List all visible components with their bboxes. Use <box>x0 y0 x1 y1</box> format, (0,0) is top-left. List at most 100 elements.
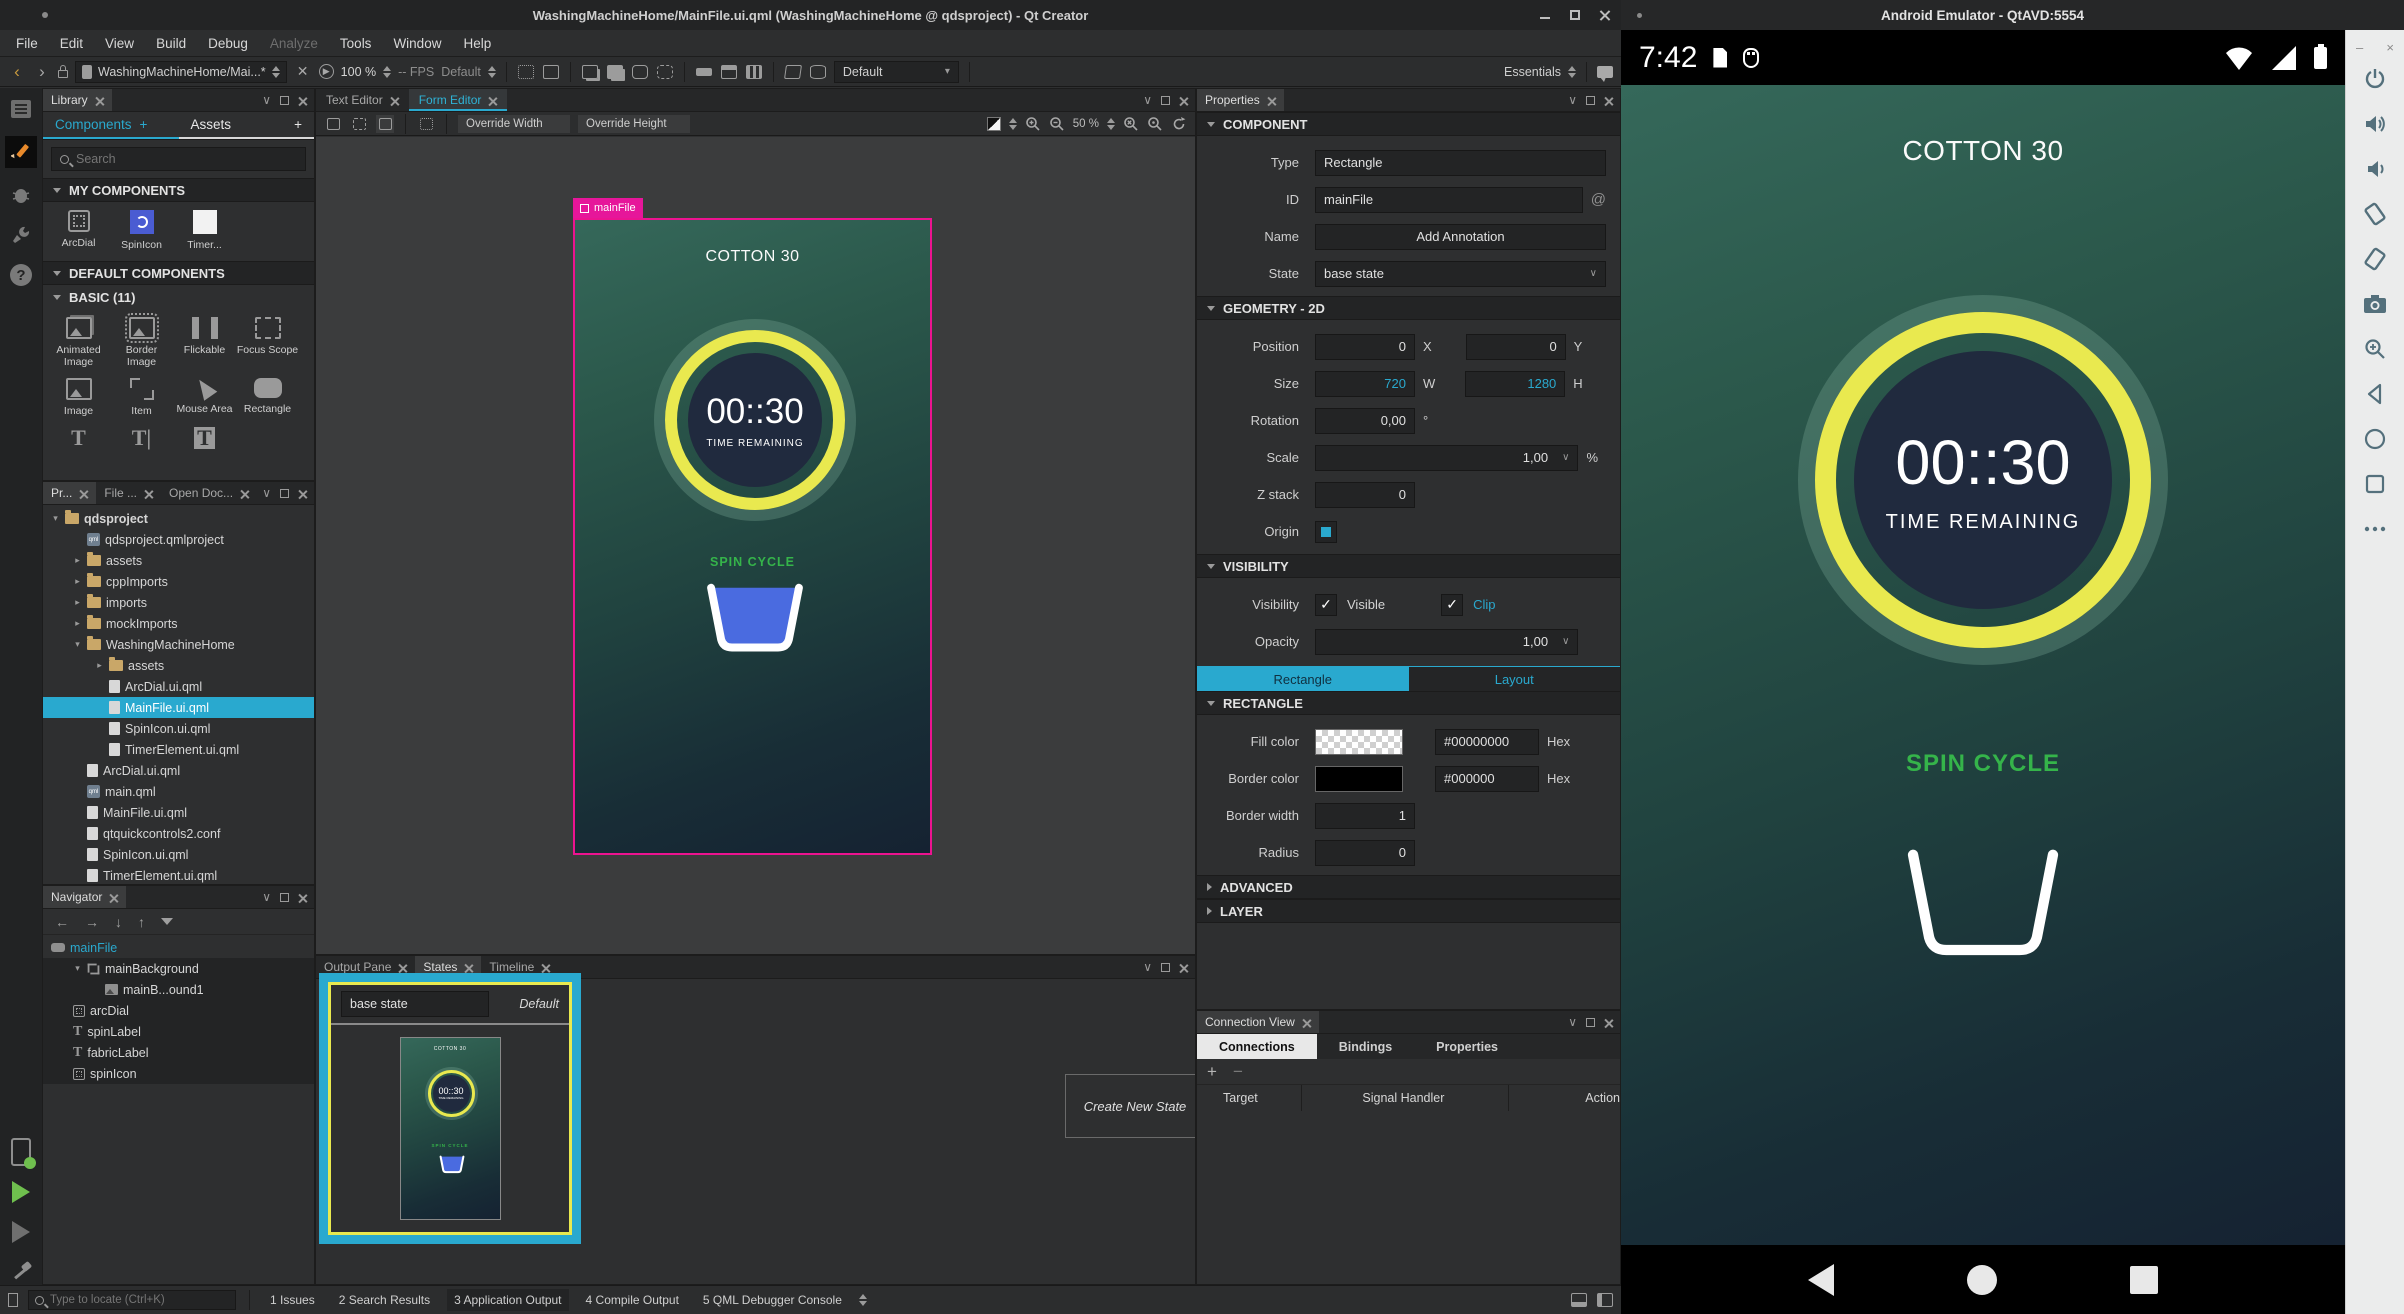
float-panel-icon[interactable] <box>1161 96 1170 105</box>
properties-subtab[interactable]: Properties <box>1414 1034 1520 1059</box>
tree-row[interactable]: ▸assets <box>43 550 314 571</box>
id-field[interactable]: mainFile <box>1315 187 1583 213</box>
origin-selector[interactable] <box>1315 521 1337 543</box>
tree-row[interactable]: SpinIcon.ui.qml <box>43 844 314 865</box>
z-stack-field[interactable]: 0 <box>1315 482 1415 508</box>
rotate-right-icon[interactable] <box>2362 246 2388 272</box>
zoom-level[interactable]: 100 % <box>341 65 376 79</box>
timer-ring[interactable]: 00::30 TIME REMAINING <box>1815 312 2151 648</box>
action-column-header[interactable]: Action <box>1509 1085 1620 1111</box>
connections-subtab[interactable]: Connections <box>1197 1034 1317 1059</box>
close-panel-icon[interactable] <box>1604 96 1613 105</box>
compile-output-pane-button[interactable]: 4 Compile Output <box>579 1289 686 1311</box>
component-text[interactable]: T <box>47 427 110 449</box>
components-tab[interactable]: Components+ <box>43 112 179 139</box>
minimize-icon[interactable] <box>1539 9 1551 21</box>
back-button[interactable] <box>1808 1264 1834 1296</box>
fabric-label[interactable]: COTTON 30 <box>575 248 930 266</box>
close-document-icon[interactable]: ✕ <box>294 63 312 81</box>
component-arcdial[interactable]: ArcDial <box>47 210 110 251</box>
timer-ring[interactable]: 00::30 TIME REMAINING <box>665 330 845 510</box>
spin-label[interactable]: SPIN CYCLE <box>575 555 930 569</box>
collapse-panel-icon[interactable]: ∨ <box>1568 1015 1577 1029</box>
component-flickable[interactable]: Flickable <box>173 317 236 368</box>
override-width-icon[interactable] <box>631 63 649 81</box>
menu-file[interactable]: File <box>6 33 48 54</box>
navigator-row[interactable]: TspinLabel <box>43 1021 314 1042</box>
collapse-panel-icon[interactable]: ∨ <box>1143 93 1152 107</box>
search-input[interactable] <box>76 152 297 166</box>
search-results-pane-button[interactable]: 2 Search Results <box>332 1289 437 1311</box>
target-column-header[interactable]: Target <box>1197 1085 1302 1111</box>
file-system-tab[interactable]: File ... <box>96 482 161 504</box>
component-image[interactable]: Image <box>47 378 110 417</box>
overview-icon[interactable] <box>2362 471 2388 497</box>
create-new-state-button[interactable]: Create New State <box>1065 1074 1196 1138</box>
washing-machine-app[interactable]: COTTON 30 00::30 TIME REMAINING SPIN CYC… <box>1621 85 2345 1245</box>
zoom-fit-icon[interactable] <box>1147 116 1163 132</box>
state-name-input[interactable] <box>341 991 489 1017</box>
grid-view-icon[interactable] <box>745 63 763 81</box>
copy-style-icon[interactable] <box>581 63 599 81</box>
state-dropdown[interactable]: base state∨ <box>1315 261 1606 287</box>
float-panel-icon[interactable] <box>1161 963 1170 972</box>
kit-selector-device-icon[interactable] <box>8 1139 34 1165</box>
zoom-spinner[interactable] <box>383 66 391 78</box>
rectangle-subtab[interactable]: Rectangle <box>1197 667 1409 691</box>
navigator-row[interactable]: arcDial <box>43 1000 314 1021</box>
add-annotation-button[interactable]: Add Annotation <box>1315 224 1606 250</box>
layer-section-header[interactable]: LAYER <box>1197 899 1620 923</box>
tree-row[interactable]: ArcDial.ui.qml <box>43 676 314 697</box>
form-editor-canvas[interactable]: mainFile COTTON 30 00::30 TIME REMAINING… <box>316 137 1195 954</box>
tree-row[interactable]: ▸assets <box>43 655 314 676</box>
document-selector[interactable]: WashingMachineHome/Mai...* <box>75 61 287 83</box>
bindings-subtab[interactable]: Bindings <box>1317 1034 1414 1059</box>
add-connection-button[interactable]: + <box>1207 1062 1217 1082</box>
fill-color-swatch[interactable] <box>1315 729 1403 755</box>
component-spinicon[interactable]: SpinIcon <box>110 210 173 251</box>
menu-build[interactable]: Build <box>146 33 196 54</box>
fps-value[interactable]: Default <box>441 65 481 79</box>
menu-debug[interactable]: Debug <box>198 33 258 54</box>
paste-style-icon[interactable] <box>606 63 624 81</box>
collapse-panel-icon[interactable]: ∨ <box>262 890 271 904</box>
assets-tab[interactable]: Assets+ <box>179 112 315 139</box>
feedback-icon[interactable] <box>1597 66 1613 78</box>
canvas-zoom-spinner[interactable] <box>1107 118 1115 130</box>
emulator-screen[interactable]: 7:42 COTTON 30 00::30 TIME REMAINING SPI… <box>1621 30 2345 1314</box>
edit-theme-icon[interactable] <box>784 63 802 81</box>
border-hex-field[interactable]: #000000 <box>1435 766 1539 792</box>
spin-label[interactable]: SPIN CYCLE <box>1621 750 2345 778</box>
tree-row[interactable]: ▾qdsproject <box>43 508 314 529</box>
overview-button[interactable] <box>2130 1266 2158 1294</box>
state-thumbnail[interactable]: COTTON 30 00::30 TIME REMAINING SPIN CYC… <box>400 1037 501 1220</box>
fps-spinner[interactable] <box>488 66 496 78</box>
show-bounds-icon[interactable] <box>417 115 435 133</box>
signal-handler-column-header[interactable]: Signal Handler <box>1302 1085 1509 1111</box>
annotation-frame-icon[interactable] <box>542 63 560 81</box>
screenshot-camera-icon[interactable] <box>2362 291 2388 317</box>
override-height-icon[interactable] <box>656 63 674 81</box>
volume-up-icon[interactable] <box>2362 111 2388 137</box>
close-panel-icon[interactable] <box>298 96 307 105</box>
output-panel-toggle-icon[interactable] <box>1571 1293 1587 1307</box>
snap-grid-icon[interactable] <box>376 115 394 133</box>
qml-debugger-pane-button[interactable]: 5 QML Debugger Console <box>696 1289 849 1311</box>
form-editor-tab[interactable]: Form Editor <box>409 89 508 111</box>
menu-tools[interactable]: Tools <box>330 33 382 54</box>
connection-view-tab[interactable]: Connection View <box>1197 1011 1319 1033</box>
basket-icon[interactable] <box>1897 837 2069 969</box>
debug-mode-icon[interactable] <box>8 182 34 208</box>
maximize-icon[interactable] <box>1569 9 1581 21</box>
locator[interactable] <box>28 1290 236 1310</box>
close-icon[interactable] <box>1599 9 1611 21</box>
filter-icon[interactable] <box>161 918 173 925</box>
tree-row[interactable]: ▸mockImports <box>43 613 314 634</box>
component-text-edit[interactable]: T| <box>110 427 173 449</box>
canvas-zoom-level[interactable]: 50 % <box>1073 118 1099 130</box>
border-color-swatch[interactable] <box>1315 766 1403 792</box>
workspace-spinner[interactable] <box>1568 66 1576 78</box>
component-tag[interactable]: mainFile <box>573 198 643 218</box>
fabric-label[interactable]: COTTON 30 <box>1621 135 2345 167</box>
document-spinner[interactable] <box>272 66 280 78</box>
